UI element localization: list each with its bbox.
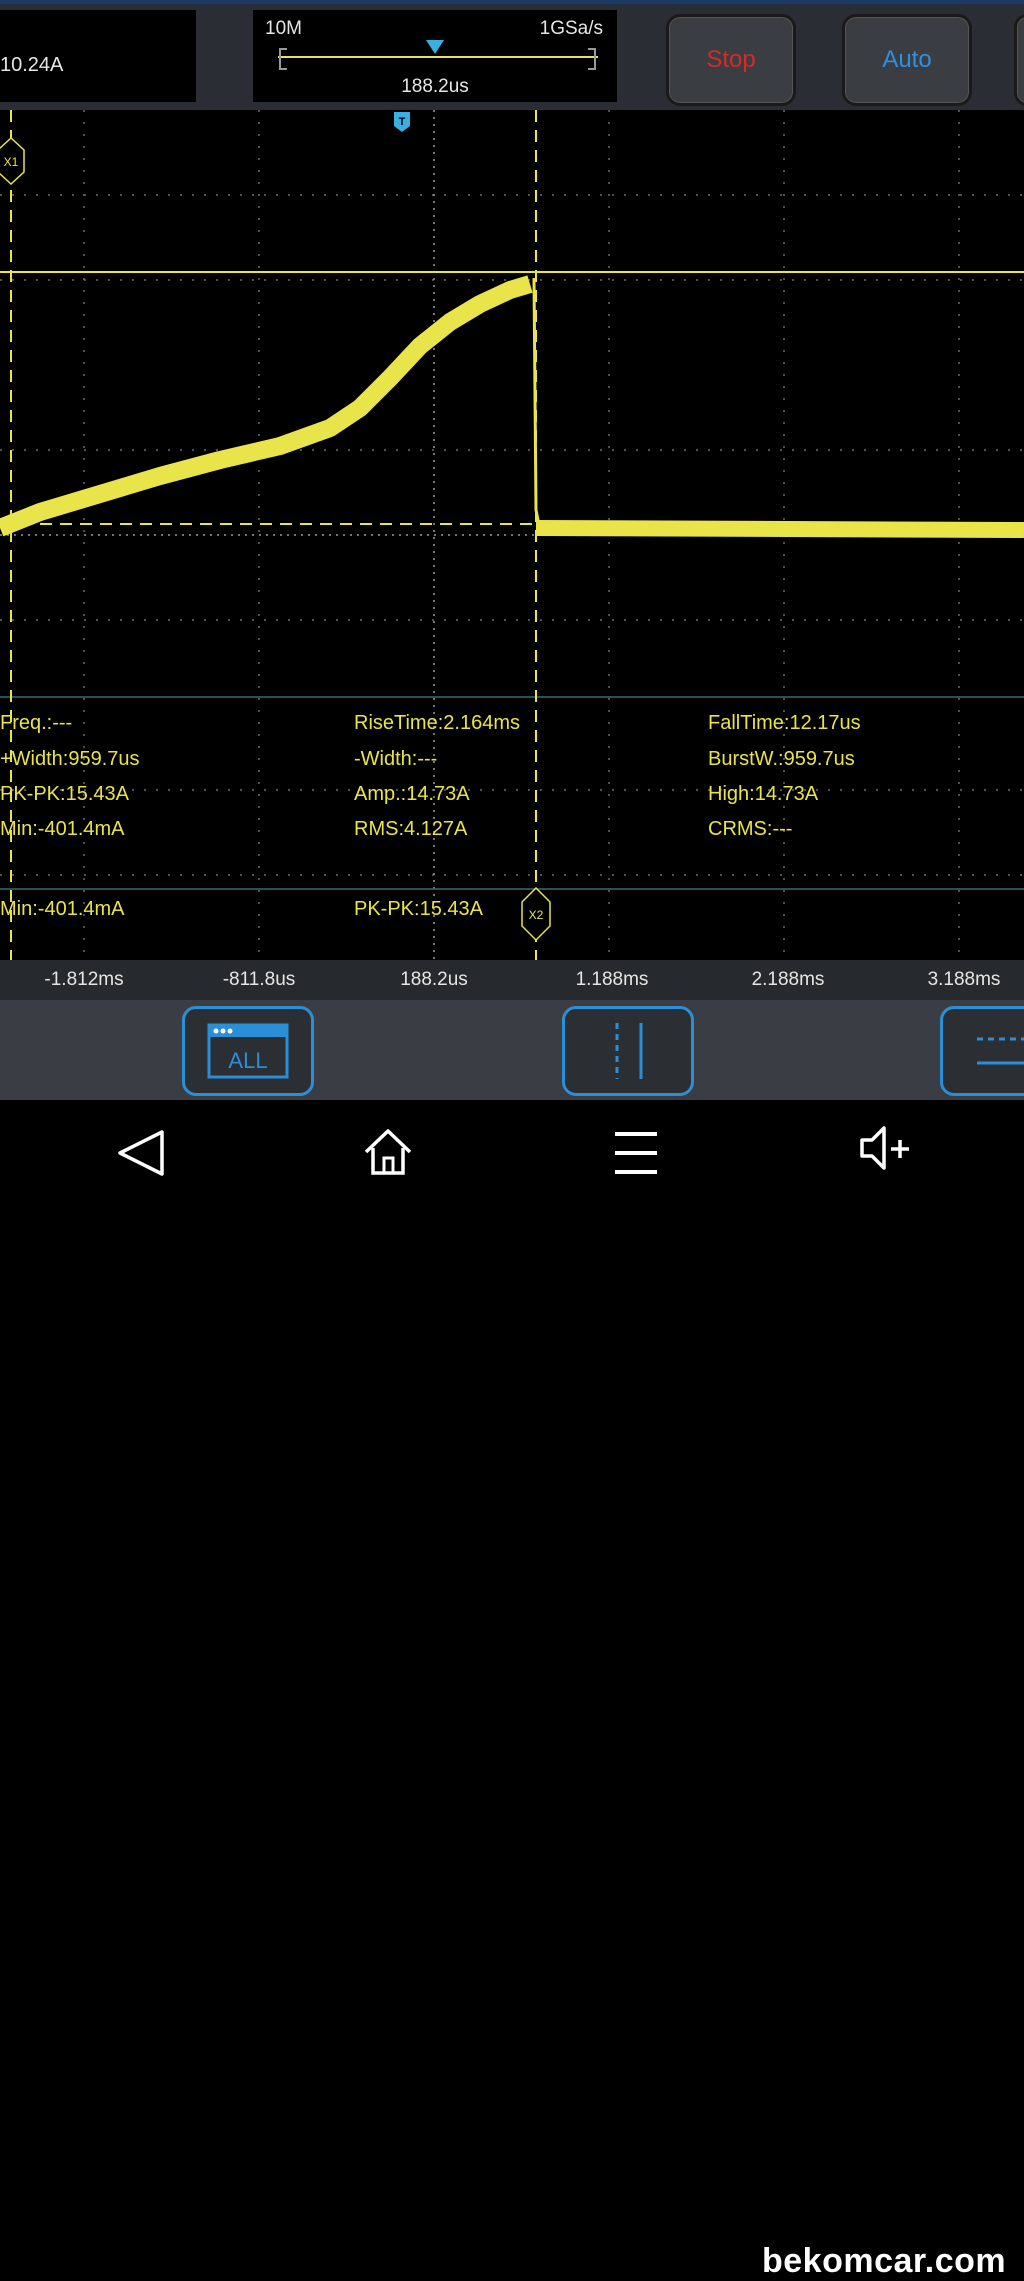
menu-icon[interactable] xyxy=(612,1128,660,1178)
channel-trace xyxy=(0,275,1024,538)
trigger-level-value: 10.24A xyxy=(0,54,64,76)
more-button[interactable] xyxy=(1014,14,1024,106)
measurement-falltime: FallTime:12.17us xyxy=(708,712,861,734)
timebase-panel[interactable]: 10M 1GSa/s 188.2us xyxy=(253,10,617,102)
home-icon[interactable] xyxy=(362,1126,414,1178)
vertical-cursor-icon xyxy=(615,1023,643,1079)
measurement-pkpk: PK-PK:15.43A xyxy=(0,783,129,805)
time-axis-label: 2.188ms xyxy=(751,969,825,990)
all-measurements-icon: ALL xyxy=(207,1023,289,1079)
time-axis: -1.812ms -811.8us 188.2us 1.188ms 2.188m… xyxy=(0,960,1024,1000)
time-axis-label: -1.812ms xyxy=(44,969,124,990)
top-accent-line xyxy=(0,0,1024,4)
cursor-measurement-pkpk: PK-PK:15.43A xyxy=(354,898,483,920)
bottom-toolbar: ALL xyxy=(0,1000,1024,1100)
horizontal-cursor-button[interactable] xyxy=(940,1006,1024,1096)
all-measurements-label: ALL xyxy=(228,1048,267,1073)
measurement-high: High:14.73A xyxy=(708,783,819,805)
measurement-pos-width: +Width:959.7us xyxy=(0,748,140,770)
trigger-level-box[interactable]: 10.24A xyxy=(0,10,196,102)
back-icon[interactable] xyxy=(112,1128,168,1178)
time-axis-label: -811.8us xyxy=(222,969,296,990)
stop-button[interactable]: Stop xyxy=(666,14,796,106)
cursor-x2-tag[interactable]: X2 xyxy=(521,886,551,942)
trigger-marker-icon[interactable]: T xyxy=(394,112,410,132)
cursor-x1-label: X1 xyxy=(4,155,19,169)
measurement-rms: RMS:4.127A xyxy=(354,818,468,840)
auto-button[interactable]: Auto xyxy=(842,14,972,106)
cursor-x1-tag[interactable]: X1 xyxy=(0,136,25,186)
sample-rate: 1GSa/s xyxy=(539,18,603,39)
cursor-x2-label: X2 xyxy=(529,908,544,922)
measurement-min: Min:-401.4mA xyxy=(0,818,125,840)
horizontal-position: 188.2us xyxy=(401,76,469,97)
measurement-amp: Amp.:14.73A xyxy=(354,783,470,805)
measurement-burstw: BurstW.:959.7us xyxy=(708,748,855,770)
trigger-position-marker-icon[interactable] xyxy=(426,40,444,54)
stop-button-label: Stop xyxy=(706,46,756,73)
memory-bracket-left xyxy=(279,48,287,70)
time-axis-label: 188.2us xyxy=(400,969,468,990)
measurement-neg-width: -Width:--- xyxy=(354,748,438,770)
measurement-freq: Freq.:--- xyxy=(0,712,73,734)
measurement-risetime: RiseTime:2.164ms xyxy=(354,712,520,734)
auto-button-label: Auto xyxy=(882,46,932,73)
time-axis-label: 1.188ms xyxy=(575,969,649,990)
watermark: bekomcar.com xyxy=(762,2242,1007,2280)
waveform-display[interactable]: T X1 X2 xyxy=(0,110,1024,960)
time-axis-label: 3.188ms xyxy=(927,969,1001,990)
volume-up-icon[interactable] xyxy=(858,1122,914,1174)
trigger-marker-label: T xyxy=(399,116,406,128)
top-bar: 10.24A 10M 1GSa/s 188.2us Stop Auto xyxy=(0,0,1024,110)
all-measurements-button[interactable]: ALL xyxy=(182,1006,314,1096)
horizontal-cursor-icon xyxy=(977,1037,1024,1065)
memory-depth: 10M xyxy=(265,18,302,39)
cursor-measurement-min: Min:-401.4mA xyxy=(0,898,125,920)
memory-bracket-right xyxy=(588,48,596,70)
measurement-crms: CRMS:--- xyxy=(708,818,793,840)
vertical-cursor-button[interactable] xyxy=(562,1006,694,1096)
memory-bar xyxy=(278,56,598,58)
system-navigation-bar: bekomcar.com xyxy=(0,1100,1024,2280)
